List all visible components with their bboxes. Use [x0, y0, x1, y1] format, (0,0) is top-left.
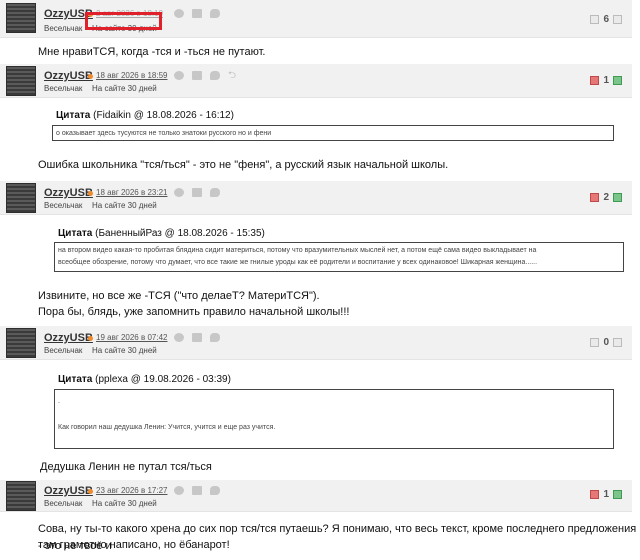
- site-days-label: На сайте 30 дней: [92, 84, 157, 93]
- reply-icon[interactable]: ⮌: [228, 71, 236, 81]
- quote-label: Цитата: [58, 228, 93, 239]
- quote-icon[interactable]: [210, 9, 220, 18]
- quote-box: . Как говорил наш дедушка Ленин: Учится,…: [54, 389, 614, 449]
- post-header: OzzyUSB 19 авг 2026 в 07:42 Весельчак На…: [0, 326, 632, 360]
- online-status-dot: [88, 489, 93, 494]
- info-icon[interactable]: [174, 9, 184, 18]
- quote-title: Цитата (Fidaikin @ 18.08.2026 - 16:12): [56, 110, 234, 121]
- quote-author: (pplexa @ 19.08.2026 - 03:39): [95, 374, 231, 385]
- message-icon[interactable]: [192, 333, 202, 342]
- post-text: Мне нравиТСЯ, когда -тся и -ться не пута…: [38, 46, 266, 58]
- vote-down-button[interactable]: [590, 338, 600, 347]
- username-link[interactable]: OzzyUSB: [44, 187, 93, 199]
- vote-widget: 1: [590, 75, 622, 86]
- post-date-link[interactable]: 19 авг 2026 в 07:42: [96, 333, 167, 342]
- info-icon[interactable]: [174, 333, 184, 342]
- post-header: OzzyUSB 18 авг 2026 в 23:21 Весельчак На…: [0, 181, 632, 215]
- avatar[interactable]: [6, 3, 36, 33]
- site-days-label: На сайте 30 дней: [92, 346, 157, 355]
- vote-count: 0: [603, 337, 609, 348]
- rank-label: Весельчак: [44, 84, 83, 93]
- vote-count: 6: [603, 14, 609, 25]
- message-icon[interactable]: [192, 188, 202, 197]
- vote-down-button[interactable]: [590, 193, 600, 202]
- vote-up-button[interactable]: [613, 15, 622, 24]
- vote-count: 1: [603, 75, 609, 86]
- site-days-label: На сайте 30 дней: [92, 201, 157, 210]
- post-date-link[interactable]: 18 авг 2026 в 23:21: [96, 188, 167, 197]
- quote-line: .: [58, 398, 60, 405]
- post-date-link[interactable]: 23 авг 2026 в 17:27: [96, 486, 167, 495]
- avatar[interactable]: [6, 328, 36, 358]
- vote-up-button[interactable]: [613, 193, 622, 202]
- quote-icon[interactable]: [210, 486, 220, 495]
- vote-widget: 1: [590, 489, 622, 500]
- quote-box: на втором видео какая-то пробитая блядин…: [54, 242, 624, 272]
- post-header: OzzyUSB 23 авг 2026 в 17:27 Весельчак На…: [0, 480, 632, 512]
- post-actions: [174, 333, 220, 342]
- username-link[interactable]: OzzyUSB: [44, 332, 93, 344]
- post-text: там грамотно написано, но ёбанарот!: [38, 539, 230, 551]
- quote-box: о оказывает здесь тусуются не только зна…: [52, 125, 614, 141]
- post-text: Пора бы, блядь, уже запомнить правило на…: [38, 306, 350, 318]
- online-status-dot: [88, 191, 93, 196]
- vote-up-button[interactable]: [613, 490, 622, 499]
- avatar[interactable]: [6, 66, 36, 96]
- quote-author: (БаненныйРаз @ 18.08.2026 - 15:35): [95, 228, 265, 239]
- info-icon[interactable]: [174, 486, 184, 495]
- rank-label: Весельчак: [44, 499, 83, 508]
- online-status-dot: [88, 74, 93, 79]
- quote-icon[interactable]: [210, 188, 220, 197]
- quote-label: Цитата: [56, 110, 91, 121]
- quote-icon[interactable]: [210, 333, 220, 342]
- rank-label: Весельчак: [44, 24, 83, 33]
- vote-down-button[interactable]: [590, 490, 600, 499]
- quote-line: Как говорил наш дедушка Ленин: Учится, у…: [58, 424, 276, 431]
- post-text: Извините, но все же -ТСЯ ("что делаеТ? М…: [38, 290, 320, 302]
- post-date-link[interactable]: 18 авг 2026 в 18:59: [96, 71, 167, 80]
- vote-widget: 0: [590, 337, 622, 348]
- username-link[interactable]: OzzyUSB: [44, 485, 93, 497]
- post-text: Ошибка школьника "тся/ться" - это не "фе…: [38, 159, 449, 171]
- vote-up-button[interactable]: [613, 76, 622, 85]
- rank-label: Весельчак: [44, 346, 83, 355]
- post-actions: [174, 9, 220, 18]
- message-icon[interactable]: [192, 9, 202, 18]
- quote-title: Цитата (БаненныйРаз @ 18.08.2026 - 15:35…: [58, 228, 265, 239]
- message-icon[interactable]: [192, 71, 202, 80]
- vote-down-button[interactable]: [590, 76, 600, 85]
- online-status-dot: [88, 336, 93, 341]
- info-icon[interactable]: [174, 71, 184, 80]
- info-icon[interactable]: [174, 188, 184, 197]
- vote-widget: 6: [590, 14, 622, 25]
- vote-count: 1: [603, 489, 609, 500]
- avatar[interactable]: [6, 481, 36, 511]
- post-text: Дедушка Ленин не путал тся/ться: [40, 461, 212, 473]
- rank-label: Весельчак: [44, 201, 83, 210]
- quote-line: о оказывает здесь тусуются не только зна…: [56, 130, 272, 137]
- quote-label: Цитата: [58, 374, 93, 385]
- post-header: OzzyUSB 18 авг 2026 в 18:59 ⮌ Весельчак …: [0, 64, 632, 98]
- quote-line: на втором видео какая-то пробитая блядин…: [58, 247, 537, 254]
- quote-line: всеобщее обозрение, потому что думает, ч…: [58, 259, 538, 266]
- vote-widget: 2: [590, 192, 622, 203]
- site-days-label: На сайте 30 дней: [92, 499, 157, 508]
- post-actions: ⮌: [174, 71, 236, 81]
- vote-count: 2: [603, 192, 609, 203]
- quote-title: Цитата (pplexa @ 19.08.2026 - 03:39): [58, 374, 231, 385]
- message-icon[interactable]: [192, 486, 202, 495]
- highlight-box: [85, 12, 162, 30]
- vote-down-button[interactable]: [590, 15, 600, 24]
- quote-author: (Fidaikin @ 18.08.2026 - 16:12): [93, 110, 234, 121]
- vote-up-button[interactable]: [613, 338, 622, 347]
- username-link[interactable]: OzzyUSB: [44, 70, 93, 82]
- avatar[interactable]: [6, 183, 36, 213]
- post-actions: [174, 188, 220, 197]
- quote-line: [58, 408, 610, 421]
- post-actions: [174, 486, 220, 495]
- quote-icon[interactable]: [210, 71, 220, 80]
